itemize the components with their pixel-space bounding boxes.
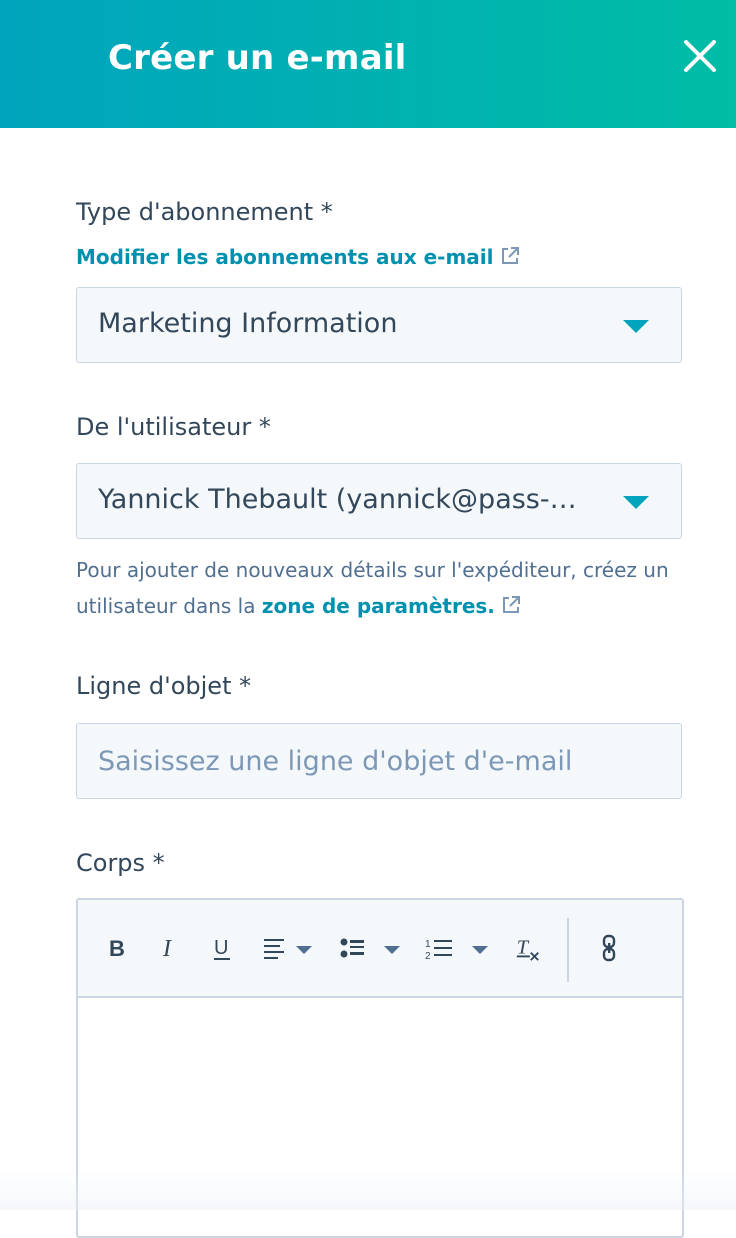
bold-icon[interactable]: B: [108, 934, 128, 962]
italic-icon[interactable]: I: [160, 934, 180, 962]
sender-help-text: Pour ajouter de nouveaux détails sur l'e…: [76, 552, 696, 624]
svg-text:2: 2: [425, 951, 431, 962]
from-user-select[interactable]: Yannick Thebault (yannick@pass-…: [76, 463, 682, 539]
dropdown-caret-icon: [623, 496, 649, 509]
close-button[interactable]: [682, 38, 718, 74]
numbered-list-icon[interactable]: 1 2: [424, 934, 492, 962]
subject-line-input[interactable]: [98, 742, 658, 780]
edit-subscriptions-link-text: Modifier les abonnements aux e-mail: [76, 245, 494, 269]
panel-header: Créer un e-mail: [0, 0, 736, 128]
svg-text:1: 1: [425, 939, 431, 950]
external-link-icon: [502, 596, 520, 613]
editor-content-area[interactable]: [78, 998, 682, 1238]
svg-text:B: B: [109, 936, 125, 961]
body-label: Corps *: [76, 849, 165, 877]
external-link-icon: [501, 247, 519, 264]
subscription-type-value: Marketing Information: [98, 308, 398, 339]
link-icon[interactable]: [600, 934, 618, 962]
subscription-type-label: Type d'abonnement *: [76, 198, 333, 226]
clear-format-icon[interactable]: T: [514, 934, 542, 962]
settings-zone-link-text: zone de paramètres.: [261, 594, 495, 618]
from-user-label: De l'utilisateur *: [76, 413, 271, 441]
toolbar-separator: [567, 918, 569, 982]
settings-zone-link[interactable]: zone de paramètres.: [262, 594, 521, 618]
underline-icon[interactable]: U: [212, 934, 234, 962]
rich-text-editor: B I U 1 2 T: [76, 898, 684, 1238]
panel-title: Créer un e-mail: [108, 38, 407, 78]
align-icon[interactable]: [262, 934, 318, 962]
from-user-value: Yannick Thebault (yannick@pass-…: [98, 484, 577, 515]
close-icon: [684, 40, 716, 72]
subscription-type-select[interactable]: Marketing Information: [76, 287, 682, 363]
subject-line-field[interactable]: [76, 723, 682, 799]
svg-text:I: I: [162, 936, 172, 962]
edit-subscriptions-link[interactable]: Modifier les abonnements aux e-mail: [76, 245, 520, 269]
subject-line-label: Ligne d'objet *: [76, 672, 252, 700]
svg-text:U: U: [214, 937, 228, 959]
bullet-list-icon[interactable]: [338, 934, 404, 962]
dropdown-caret-icon: [623, 320, 649, 333]
svg-text:T: T: [517, 937, 530, 959]
editor-toolbar: B I U 1 2 T: [78, 900, 682, 998]
